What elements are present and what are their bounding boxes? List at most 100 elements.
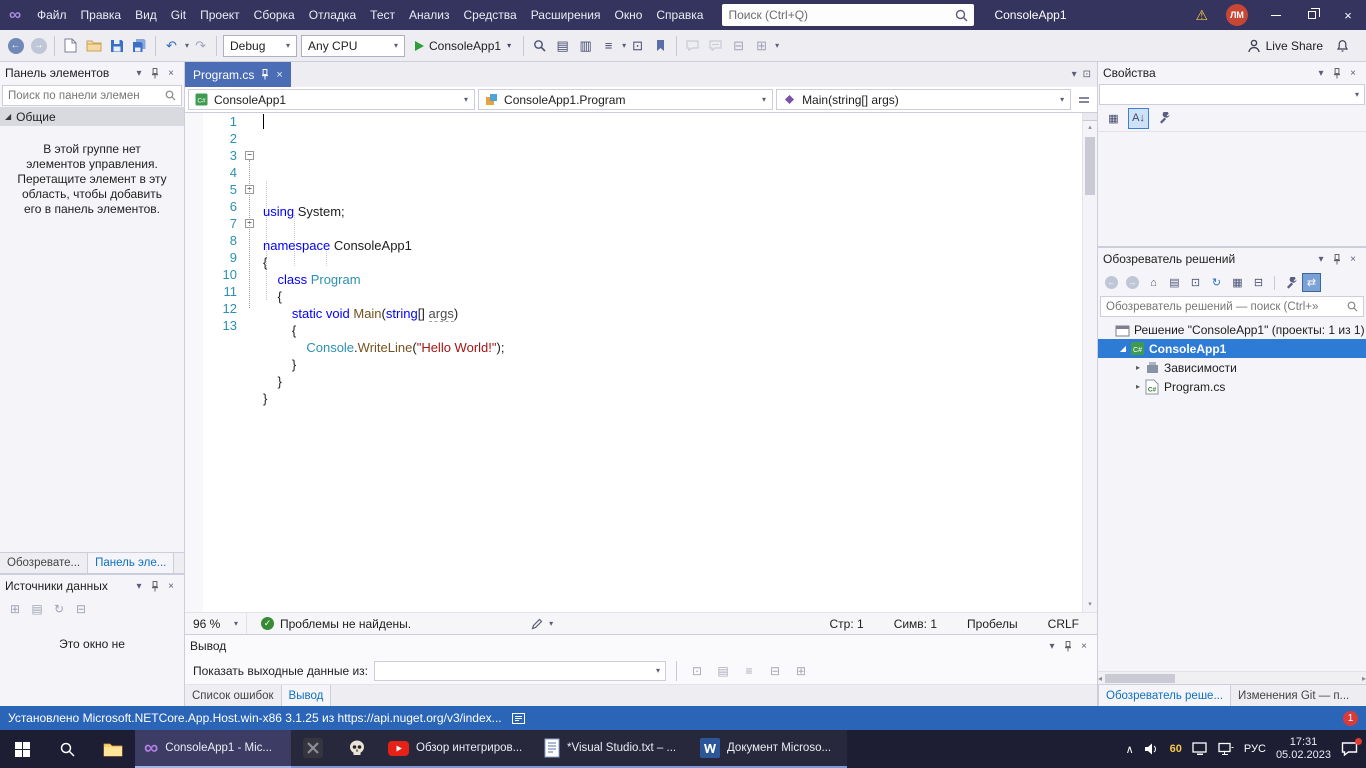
solution-windows-icon[interactable]: ▤ [551, 34, 574, 57]
menu-item[interactable]: Расширения [524, 0, 608, 30]
new-file-icon[interactable] [59, 34, 82, 57]
close-icon[interactable]: × [1345, 254, 1361, 265]
redo-icon[interactable]: ↷ [189, 34, 212, 57]
data-sources-header[interactable]: Источники данных ▾ × [0, 575, 184, 597]
menu-item[interactable]: Анализ [402, 0, 457, 30]
right-panel-tab[interactable]: Изменения Git — п... [1231, 685, 1356, 706]
scroll-down-icon[interactable]: ▾ [1083, 598, 1097, 612]
expander-icon[interactable]: ▸ [1132, 363, 1144, 372]
code-line[interactable]: { [263, 254, 1082, 271]
window-position-icon[interactable]: ▾ [131, 581, 147, 592]
file-explorer-button[interactable] [90, 730, 135, 768]
find-message-icon[interactable]: ⊡ [687, 664, 707, 678]
categorized-view-icon[interactable]: ▦ [1103, 108, 1124, 129]
pin-icon[interactable] [147, 581, 163, 592]
pending-changes-filter-icon[interactable]: ⊡ [1186, 273, 1205, 292]
pin-icon[interactable] [1060, 641, 1076, 652]
toolbox-tab[interactable]: Обозревате... [0, 553, 87, 573]
action-center-icon[interactable] [1341, 741, 1358, 757]
configure-data-source-icon[interactable]: ▤ [28, 602, 46, 616]
collapse-region-icon[interactable]: − [245, 151, 254, 160]
window-position-icon[interactable]: ▾ [1313, 254, 1329, 265]
send-feedback-icon[interactable] [1331, 34, 1354, 57]
menu-item[interactable]: Правка [74, 0, 129, 30]
code-line[interactable] [263, 407, 1082, 424]
menu-item[interactable]: Справка [649, 0, 710, 30]
sync-with-active-document-icon[interactable]: ⇄ [1302, 273, 1321, 292]
menu-item[interactable]: Тест [363, 0, 402, 30]
back-icon[interactable]: ← [1102, 273, 1121, 292]
visual-studio-logo-icon[interactable]: ∞ [0, 5, 30, 25]
object-selector-dropdown[interactable]: ▾ [1099, 84, 1365, 105]
word-wrap-icon[interactable]: ⊡ [626, 34, 649, 57]
live-share-button[interactable]: Live Share [1247, 39, 1323, 53]
indent-increase-icon[interactable]: ⊞ [750, 34, 773, 57]
code-line[interactable] [263, 220, 1082, 237]
breakpoint-margin[interactable] [185, 113, 203, 612]
platform-dropdown[interactable]: Any CPU ▾ [301, 35, 405, 57]
no-issues-icon[interactable]: ✓ [261, 617, 274, 630]
language-indicator[interactable]: РУС [1244, 743, 1266, 755]
project-dropdown[interactable]: C# ConsoleApp1 ▾ [188, 89, 475, 110]
menu-item[interactable]: Сборка [247, 0, 302, 30]
solution-name-button[interactable]: ConsoleApp1 [982, 8, 1078, 22]
code-line[interactable]: } [263, 390, 1082, 407]
expander-icon[interactable]: ◢ [1117, 344, 1129, 353]
tray-expand-icon[interactable]: ∧ [1126, 743, 1134, 756]
type-dropdown[interactable]: ConsoleApp1.Program ▾ [478, 89, 773, 110]
menu-item[interactable]: Git [164, 0, 193, 30]
scroll-right-icon[interactable]: ▸ [1362, 674, 1366, 683]
open-file-icon[interactable] [82, 34, 105, 57]
scroll-left-icon[interactable]: ◂ [1098, 674, 1102, 683]
solution-search-input[interactable]: Обозреватель решений — поиск (Ctrl+» [1100, 296, 1364, 317]
scroll-up-icon[interactable]: ▴ [1083, 121, 1097, 135]
toolbar-options-icon[interactable]: ▾ [775, 41, 779, 50]
code-line[interactable]: static void Main(string[] args) [263, 305, 1082, 322]
show-all-files-icon[interactable]: ▦ [1228, 273, 1247, 292]
code-line[interactable]: } [263, 356, 1082, 373]
close-tab-icon[interactable]: × [276, 69, 282, 81]
notification-badge[interactable]: 1 [1343, 711, 1358, 726]
taskbar-button-vs[interactable]: ∞ConsoleApp1 - Mic... [135, 730, 291, 768]
taskbar-clock[interactable]: 17:31 05.02.2023 [1276, 736, 1331, 762]
menu-item[interactable]: Окно [607, 0, 649, 30]
pin-icon[interactable] [1329, 68, 1345, 79]
bookmark-icon[interactable] [649, 34, 672, 57]
network-icon[interactable] [1218, 742, 1234, 756]
tree-item[interactable]: ▸C#Program.cs [1098, 377, 1366, 396]
scrollbar-thumb[interactable] [1105, 674, 1175, 683]
save-all-icon[interactable] [128, 34, 151, 57]
float-window-icon[interactable]: ⊡ [1083, 69, 1091, 80]
expander-icon[interactable]: ▸ [1132, 382, 1144, 391]
code-line[interactable]: using System; [263, 203, 1082, 220]
find-in-files-icon[interactable] [528, 34, 551, 57]
taskbar-button-game[interactable] [291, 730, 335, 768]
track-changes-icon[interactable]: ▾ [531, 618, 553, 630]
configuration-dropdown[interactable]: Debug ▾ [223, 35, 297, 57]
output-log-icon[interactable] [512, 713, 525, 724]
home-icon[interactable]: ⌂ [1144, 273, 1163, 292]
toolbox-tab[interactable]: Панель эле... [87, 553, 174, 573]
start-button[interactable] [0, 730, 45, 768]
navigate-forward-icon[interactable]: → [27, 34, 50, 57]
splitter-grip[interactable] [1083, 113, 1097, 121]
vertical-scrollbar[interactable]: ▴ ▾ [1082, 113, 1097, 612]
word-wrap-icon[interactable]: ⊟ [765, 664, 785, 678]
split-window-handle[interactable] [1074, 95, 1094, 105]
pin-icon[interactable] [261, 69, 269, 80]
collapse-all-icon[interactable]: ⊟ [1249, 273, 1268, 292]
window-position-icon[interactable]: ▾ [1044, 641, 1060, 652]
code-line[interactable]: { [263, 288, 1082, 305]
close-icon[interactable]: × [163, 581, 179, 592]
comment-icon[interactable] [681, 34, 704, 57]
navigate-back-icon[interactable]: ← [4, 34, 27, 57]
menu-item[interactable]: Вид [128, 0, 164, 30]
pin-icon[interactable] [147, 68, 163, 79]
toolbox-search-input[interactable]: Поиск по панели элемен [2, 85, 182, 106]
add-data-source-icon[interactable]: ⊞ [6, 602, 24, 616]
warning-icon[interactable]: ⚠ [1187, 7, 1216, 24]
toolbox-header[interactable]: Панель элементов ▾ × [0, 62, 184, 84]
go-to-message-icon[interactable]: ▤ [713, 664, 733, 678]
restore-button[interactable] [1294, 0, 1330, 30]
zoom-dropdown[interactable]: 96 % ▾ [185, 613, 247, 634]
